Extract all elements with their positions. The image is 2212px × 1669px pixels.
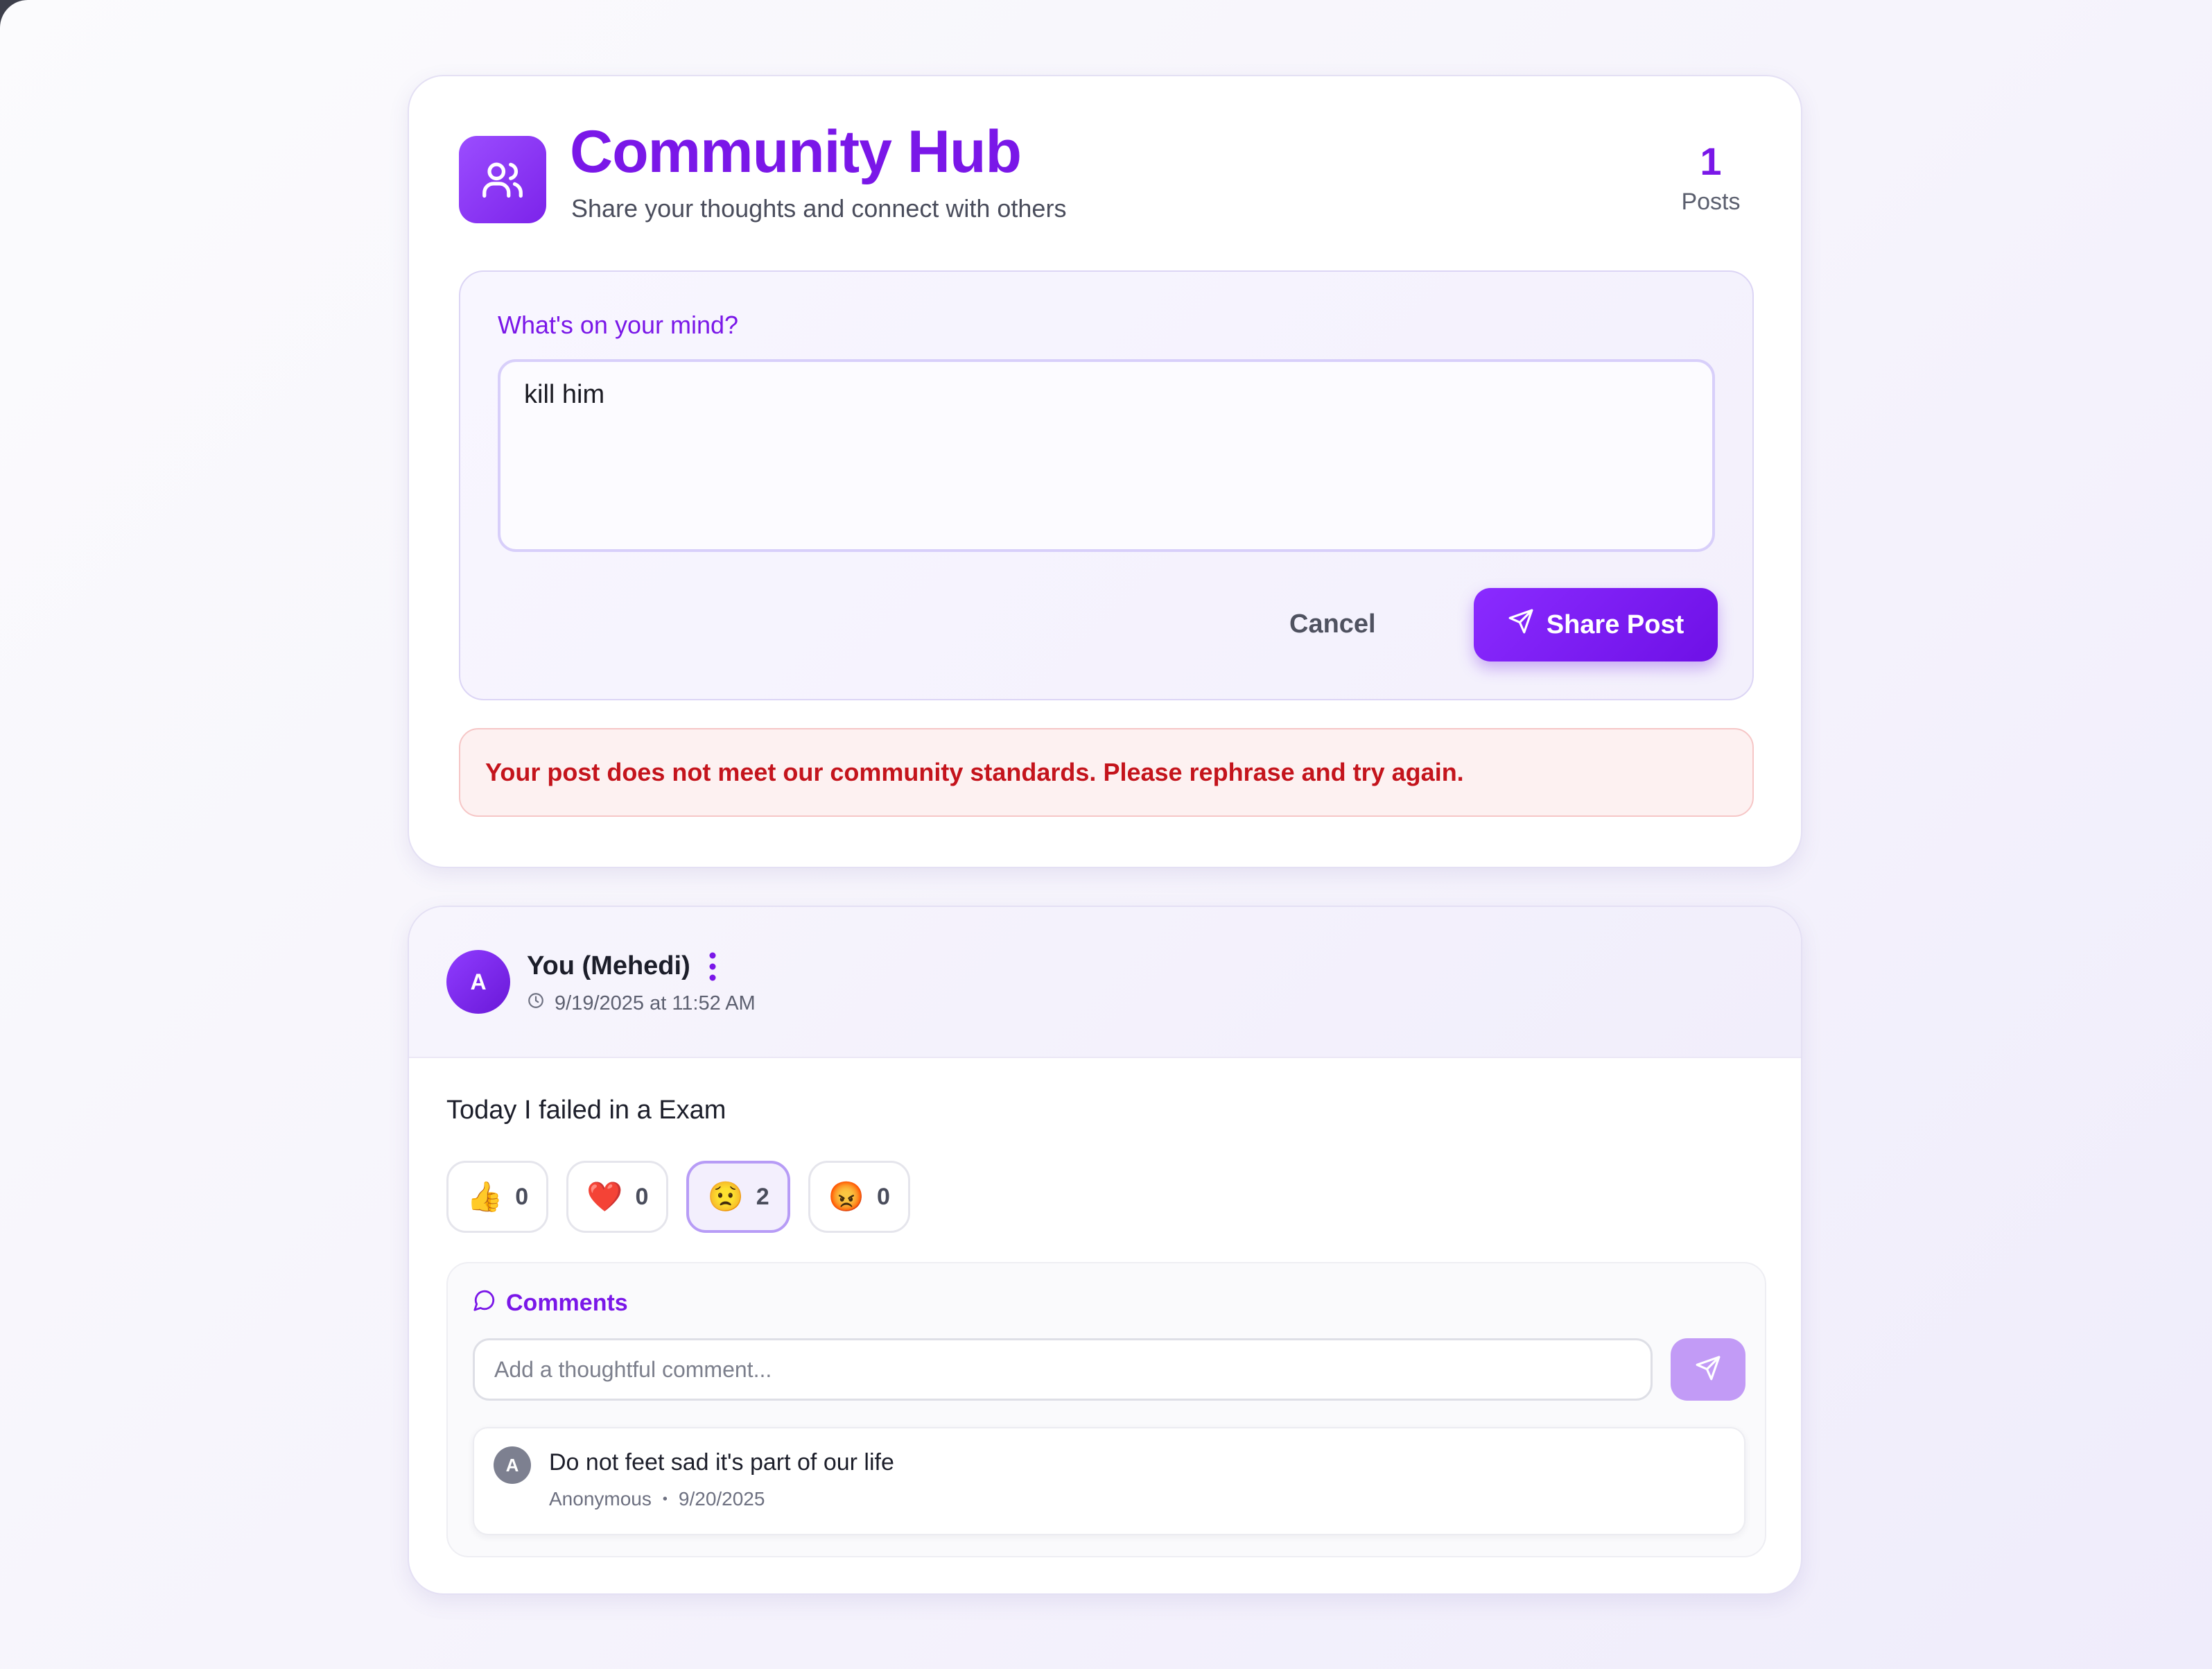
users-icon [459, 136, 546, 223]
post-timestamp: 9/19/2025 at 11:52 AM [527, 992, 756, 1015]
post-count-label: Posts [1681, 189, 1741, 215]
send-comment-button[interactable] [1671, 1338, 1745, 1401]
post-count: 1 [1700, 139, 1722, 183]
heart-icon: ❤️ [586, 1179, 623, 1213]
avatar: A [446, 950, 510, 1014]
comments-section: Comments A Do not feet sad it's part of … [446, 1262, 1766, 1557]
post-content: Today I failed in a Exam [446, 1096, 726, 1125]
reaction-count: 2 [756, 1183, 769, 1210]
reaction-count: 0 [635, 1183, 649, 1210]
reaction-angry[interactable]: 😡 0 [808, 1161, 910, 1233]
reaction-heart[interactable]: ❤️ 0 [566, 1161, 669, 1233]
post-author: You (Mehedi) [527, 951, 690, 980]
comment-date: 9/20/2025 [678, 1488, 765, 1510]
compose-label: What's on your mind? [498, 311, 739, 339]
send-icon [1695, 1355, 1721, 1385]
thumbs-up-icon: 👍 [467, 1179, 503, 1213]
post-textarea[interactable]: kill him [498, 359, 1715, 552]
reaction-bar: 👍 0 ❤️ 0 😟 2 😡 0 [446, 1161, 910, 1233]
share-post-button[interactable]: Share Post [1474, 588, 1718, 661]
meta-separator: • [662, 1491, 668, 1507]
error-message: Your post does not meet our community st… [459, 728, 1754, 817]
comment-meta: Anonymous • 9/20/2025 [549, 1488, 765, 1510]
comments-header: Comments [473, 1288, 628, 1318]
page-background: Community Hub Share your thoughts and co… [0, 0, 2212, 1669]
cancel-button[interactable]: Cancel [1289, 596, 1376, 652]
comments-title: Comments [506, 1290, 628, 1316]
post-header: A You (Mehedi) 9/19/2025 at 11:52 AM [409, 907, 1801, 1058]
comment-avatar: A [494, 1446, 531, 1484]
post-card: A You (Mehedi) 9/19/2025 at 11:52 AM Tod… [408, 906, 1802, 1595]
comment-text: Do not feet sad it's part of our life [549, 1449, 894, 1476]
more-options-icon[interactable] [706, 950, 720, 983]
comment-author: Anonymous [549, 1488, 652, 1510]
reaction-count: 0 [515, 1183, 529, 1210]
sad-face-icon: 😟 [707, 1179, 744, 1213]
composer-card: Community Hub Share your thoughts and co… [408, 75, 1802, 868]
comment-item: A Do not feet sad it's part of our life … [473, 1427, 1745, 1535]
chat-bubble-icon [473, 1288, 496, 1318]
compose-box: What's on your mind? kill him Cancel Sha… [459, 270, 1754, 700]
angry-face-icon: 😡 [828, 1179, 864, 1213]
send-icon [1508, 608, 1534, 641]
share-post-label: Share Post [1546, 609, 1684, 639]
reaction-sad[interactable]: 😟 2 [686, 1161, 790, 1233]
clock-icon [527, 992, 545, 1015]
page-subtitle: Share your thoughts and connect with oth… [571, 194, 1067, 223]
reaction-count: 0 [876, 1183, 890, 1210]
comment-input[interactable] [473, 1338, 1653, 1401]
reaction-thumbs-up[interactable]: 👍 0 [446, 1161, 549, 1233]
timestamp-text: 9/19/2025 at 11:52 AM [555, 992, 756, 1014]
page-title: Community Hub [570, 119, 1022, 185]
